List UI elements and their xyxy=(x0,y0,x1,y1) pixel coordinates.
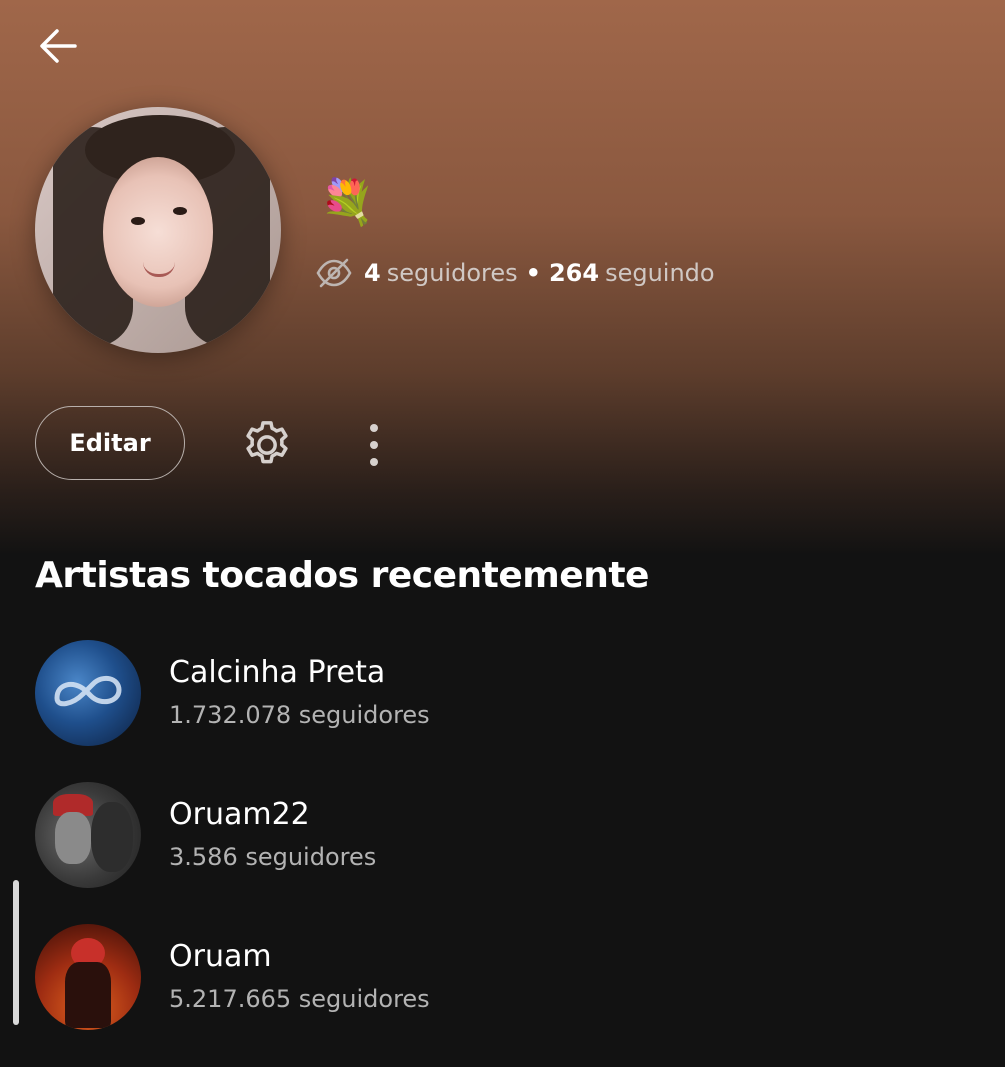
more-options-button[interactable] xyxy=(348,412,400,478)
back-button[interactable] xyxy=(26,20,90,72)
artist-followers: 1.732.078 seguidores xyxy=(169,701,430,729)
stats-separator: • xyxy=(525,259,541,287)
artist-followers: 5.217.665 seguidores xyxy=(169,985,430,1013)
eye-off-icon xyxy=(316,255,352,291)
gear-icon xyxy=(246,421,288,464)
profile-page: 💐 4 seguidores • 264 seguindo Editar Art… xyxy=(0,0,1005,1067)
more-vertical-icon xyxy=(370,424,378,466)
followers-count[interactable]: 4 xyxy=(364,259,381,287)
following-count[interactable]: 264 xyxy=(549,259,599,287)
artist-name: Oruam xyxy=(169,939,272,974)
arrow-left-icon xyxy=(40,29,77,63)
avatar[interactable] xyxy=(35,107,281,353)
following-label[interactable]: seguindo xyxy=(605,259,715,287)
profile-emoji: 💐 xyxy=(320,177,375,228)
settings-button[interactable] xyxy=(234,412,300,478)
artist-followers: 3.586 seguidores xyxy=(169,843,377,871)
artist-name: Calcinha Preta xyxy=(169,655,386,690)
artist-avatar xyxy=(35,782,141,888)
artist-name: Oruam22 xyxy=(169,797,310,832)
recent-artists-title: Artistas tocados recentemente xyxy=(35,555,649,596)
artist-avatar xyxy=(35,640,141,746)
scrollbar-thumb[interactable] xyxy=(13,880,19,1025)
artist-item-calcinha-preta[interactable]: Calcinha Preta 1.732.078 seguidores xyxy=(35,640,975,746)
follow-stats: 4 seguidores • 264 seguindo xyxy=(316,252,715,294)
artist-item-oruam[interactable]: Oruam 5.217.665 seguidores xyxy=(35,924,975,1030)
recent-artists-list: Calcinha Preta 1.732.078 seguidores Orua… xyxy=(35,640,975,1066)
followers-label[interactable]: seguidores xyxy=(387,259,518,287)
edit-button[interactable]: Editar xyxy=(35,406,185,480)
artist-avatar xyxy=(35,924,141,1030)
artist-item-oruam22[interactable]: Oruam22 3.586 seguidores xyxy=(35,782,975,888)
